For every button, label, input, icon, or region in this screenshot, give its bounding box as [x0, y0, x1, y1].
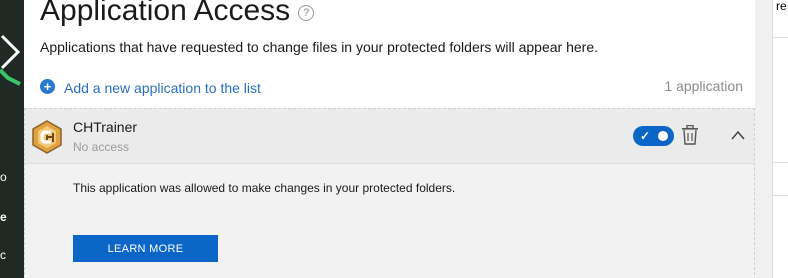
checkmark-icon: ✓ [640, 128, 651, 143]
right-window-text: re [776, 0, 787, 13]
background-window-right: re [772, 0, 788, 278]
add-application-link[interactable]: + Add a new application to the list [40, 77, 261, 96]
chevron-right-icon [0, 34, 21, 86]
app-access-status: No access [73, 140, 130, 154]
chevron-up-icon[interactable] [730, 129, 746, 141]
learn-more-button[interactable]: LEARN MORE [73, 235, 218, 262]
title-row: Application Access ? [40, 0, 315, 28]
app-name: CHTrainer [73, 119, 138, 135]
plus-circle-icon: + [40, 79, 55, 94]
app-access-toggle[interactable]: ✓ [633, 126, 674, 146]
question-circle-icon[interactable]: ? [298, 5, 315, 21]
scrollbar[interactable] [755, 0, 772, 278]
background-window-left: o e c [0, 0, 24, 278]
trash-icon[interactable] [681, 125, 699, 145]
divider [773, 162, 788, 163]
divider [773, 37, 788, 38]
app-list-item: CHTrainer No access ✓ This application w… [24, 108, 755, 278]
app-item-header[interactable]: CHTrainer No access ✓ [25, 109, 754, 164]
page-title: Application Access [40, 0, 291, 27]
app-access-screen: o e c re Application Access ? Applicatio… [0, 0, 788, 278]
application-count: 1 application [664, 78, 743, 94]
left-window-text: e [0, 210, 7, 224]
page-description: Applications that have requested to chan… [40, 39, 599, 55]
left-window-text: o [0, 170, 7, 184]
left-window-text: c [0, 248, 6, 262]
chtrainer-app-icon [32, 120, 62, 154]
toggle-knob [658, 131, 668, 141]
app-detail-text: This application was allowed to make cha… [73, 181, 456, 195]
divider [773, 195, 788, 196]
add-application-label[interactable]: Add a new application to the list [64, 80, 261, 96]
